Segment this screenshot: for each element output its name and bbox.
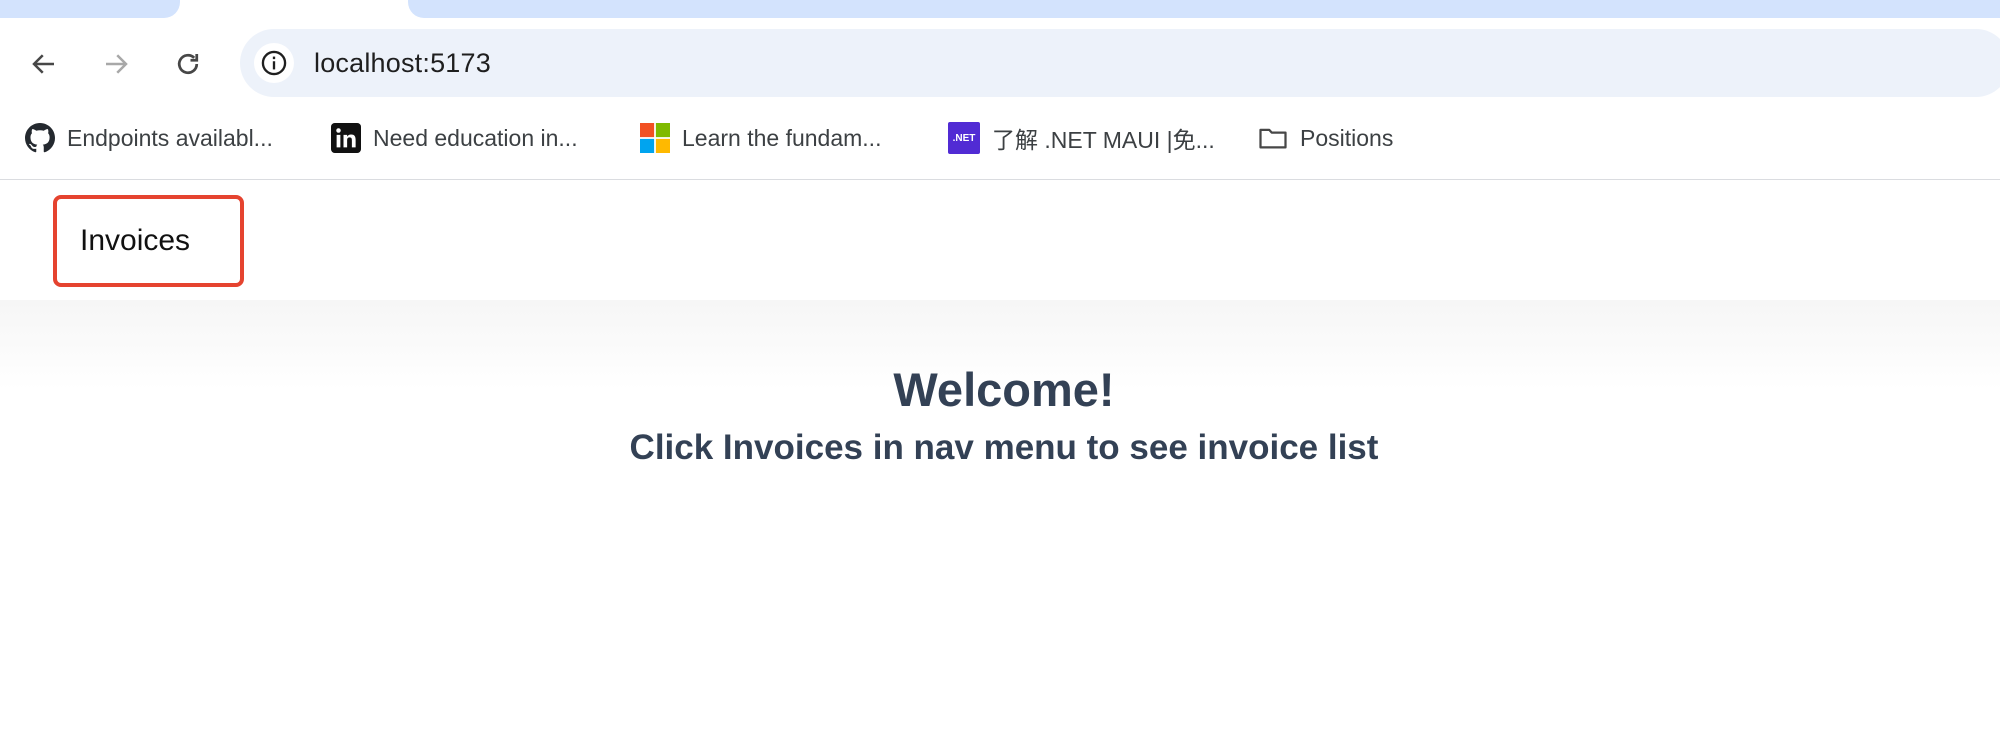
reload-icon xyxy=(177,53,199,75)
bookmark-label: Need education in... xyxy=(373,124,578,151)
reload-button[interactable] xyxy=(162,29,214,99)
address-bar[interactable]: localhost:5173 xyxy=(240,29,2000,97)
page-subtitle: Click Invoices in nav menu to see invoic… xyxy=(629,428,1379,467)
folder-icon xyxy=(1258,123,1288,153)
tab-strip xyxy=(0,0,2000,18)
info-icon xyxy=(261,50,287,76)
main-content: Welcome! Click Invoices in nav menu to s… xyxy=(0,300,2000,732)
back-arrow-icon xyxy=(32,54,54,74)
page-title: Welcome! xyxy=(893,363,1115,416)
browser-toolbar: localhost:5173 xyxy=(0,29,2000,99)
inactive-tab-left[interactable] xyxy=(0,0,180,18)
bookmark-label: Endpoints availabl... xyxy=(67,124,273,151)
nav-link-invoices[interactable]: Invoices xyxy=(53,195,244,287)
dotnet-icon: .NET xyxy=(948,122,980,154)
github-icon xyxy=(25,123,55,153)
bookmark-endpoints[interactable]: Endpoints availabl... xyxy=(25,108,273,168)
dotnet-badge-text: .NET xyxy=(952,132,976,144)
bookmark-folder-positions[interactable]: Positions xyxy=(1258,108,1393,168)
forward-arrow-icon xyxy=(106,54,128,74)
bookmark-learn-fundamentals[interactable]: Learn the fundam... xyxy=(640,108,881,168)
app-nav-menu: Invoices xyxy=(0,180,2000,300)
forward-button[interactable] xyxy=(90,29,142,99)
bookmark-dotnet-maui[interactable]: .NET 了解 .NET MAUI |免... xyxy=(948,108,1215,168)
bookmark-label: Learn the fundam... xyxy=(682,124,882,151)
microsoft-icon xyxy=(640,123,670,153)
bookmark-label: 了解 .NET MAUI |免... xyxy=(992,127,1215,153)
inactive-tab-right[interactable] xyxy=(408,0,2000,18)
site-info-button[interactable] xyxy=(254,43,294,83)
bookmarks-bar: Endpoints availabl... Need education in.… xyxy=(0,108,2000,168)
bookmark-label: Positions xyxy=(1300,124,1394,151)
bookmark-need-education[interactable]: Need education in... xyxy=(331,108,578,168)
nav-link-label: Invoices xyxy=(80,224,191,257)
linkedin-icon xyxy=(331,123,361,153)
back-button[interactable] xyxy=(18,29,70,99)
url-text[interactable]: localhost:5173 xyxy=(314,29,491,97)
